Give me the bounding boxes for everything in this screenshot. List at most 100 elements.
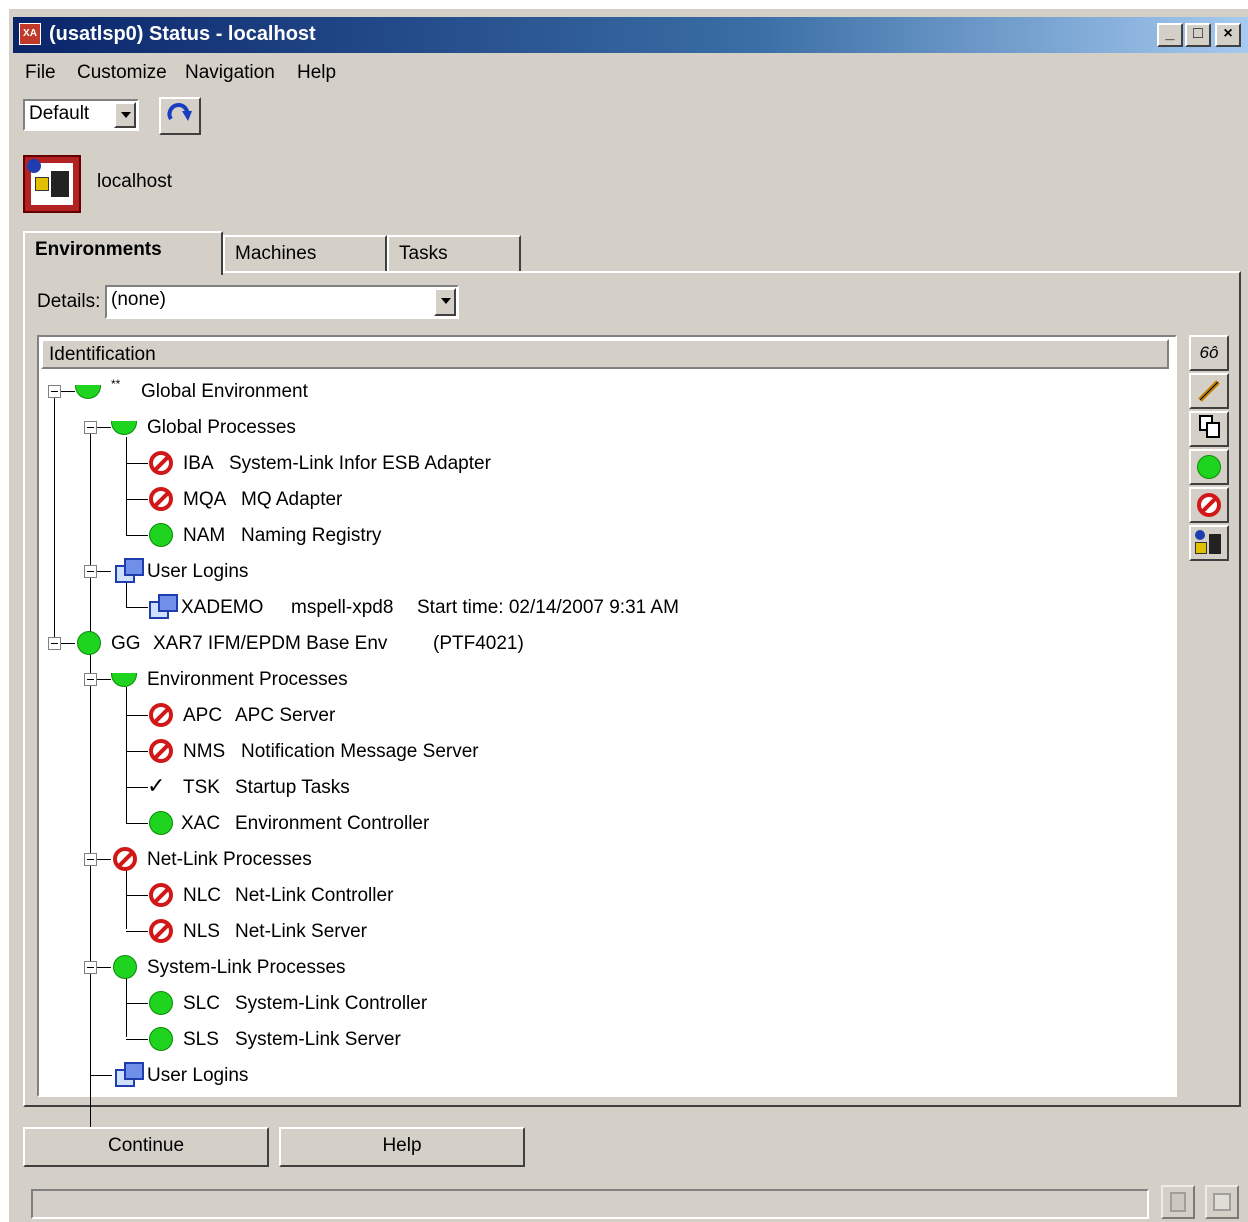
user-icon [149,593,178,619]
stopped-icon [149,739,173,763]
syslink-label: System-Link Processes [147,957,346,978]
view-button[interactable]: 6ô [1189,335,1229,371]
process-code: NLC [183,885,222,906]
tree-node-nam[interactable]: NAM Naming Registry [39,519,1159,553]
check-icon: ✓ [147,773,166,798]
user-logins-label: User Logins [147,1065,249,1086]
profile-select-value: Default [29,103,90,124]
chevron-down-icon[interactable] [434,288,456,316]
menu-bar: File Customize Navigation Help [9,59,1248,89]
collapse-icon[interactable] [84,565,97,578]
clear-button[interactable] [1205,1185,1239,1219]
collapse-icon[interactable] [84,421,97,434]
tree-node-nls[interactable]: NLS Net-Link Server [39,915,1159,949]
stopped-icon [149,883,173,907]
chevron-down-icon[interactable] [114,102,136,128]
menu-file[interactable]: File [25,62,56,84]
process-name: Notification Message Server [241,741,479,762]
stop-icon [1197,493,1221,517]
running-icon [149,811,173,835]
partial-status-icon [111,673,137,687]
running-icon [113,955,137,979]
maximize-button[interactable]: □ [1185,23,1211,47]
tree-node-global-environment[interactable]: ** Global Environment [39,375,1159,409]
tab-machines[interactable]: Machines [223,235,387,273]
collapse-icon[interactable] [84,853,97,866]
global-env-marker: ** [111,377,121,391]
process-name: System-Link Controller [235,993,428,1014]
user-start-time: Start time: 02/14/2007 9:31 AM [417,597,679,618]
process-name: MQ Adapter [241,489,343,510]
tree-node-mqa[interactable]: MQA MQ Adapter [39,483,1159,517]
collapse-icon[interactable] [84,961,97,974]
tree-node-nlc[interactable]: NLC Net-Link Controller [39,879,1159,913]
collapse-icon[interactable] [48,385,61,398]
tree-node-netlink-processes[interactable]: Net-Link Processes [39,843,1159,877]
process-code: XAC [181,813,221,834]
stop-button[interactable] [1189,487,1229,523]
start-icon [1197,455,1221,479]
refresh-button[interactable] [159,97,201,135]
tree-node-user-logins[interactable]: User Logins [39,555,1159,589]
tab-tasks[interactable]: Tasks [387,235,521,273]
continue-button[interactable]: Continue [23,1127,269,1167]
process-name: APC Server [235,705,336,726]
tree-node-environment-processes[interactable]: Environment Processes [39,663,1159,697]
tree-node-xademo[interactable]: XADEMO mspell-xpd8 Start time: 02/14/200… [39,591,1159,625]
status-window: XA (usatlsp0) Status - localhost _ □ × F… [8,8,1248,1222]
copy-button[interactable] [1189,411,1229,447]
tree-node-nms[interactable]: NMS Notification Message Server [39,735,1159,769]
user-machine: mspell-xpd8 [291,597,394,618]
tree-node-systemlink-processes[interactable]: System-Link Processes [39,951,1159,985]
tree-node-gg[interactable]: GG XAR7 IFM/EPDM Base Env (PTF4021) [39,627,1159,661]
title-bar[interactable]: XA (usatlsp0) Status - localhost _ □ × [13,17,1248,53]
collapse-icon[interactable] [84,673,97,686]
connect-button[interactable] [1189,525,1229,561]
netlink-label: Net-Link Processes [147,849,312,870]
start-button[interactable] [1189,449,1229,485]
tree-node-user-logins-2[interactable]: User Logins [39,1059,1159,1093]
env-ptf: (PTF4021) [433,633,524,654]
menu-help[interactable]: Help [297,62,336,84]
env-processes-label: Environment Processes [147,669,348,690]
window-title: (usatlsp0) Status - localhost [49,23,316,45]
tab-environments[interactable]: Environments [23,231,223,275]
menu-navigation[interactable]: Navigation [185,62,275,84]
user-logins-label: User Logins [147,561,249,582]
help-button[interactable]: Help [279,1127,525,1167]
collapse-icon[interactable] [48,637,61,650]
tree-node-xac[interactable]: XAC Environment Controller [39,807,1159,841]
network-icon [1195,530,1223,556]
tree-node-apc[interactable]: APC APC Server [39,699,1159,733]
tree-node-tsk[interactable]: ✓ TSK Startup Tasks [39,771,1159,805]
clipboard-icon [1170,1192,1186,1212]
stopped-icon [113,847,137,871]
tree-node-sls[interactable]: SLS System-Link Server [39,1023,1159,1057]
global-processes-label: Global Processes [147,417,296,438]
process-name: Environment Controller [235,813,430,834]
menu-customize[interactable]: Customize [77,62,167,84]
process-name: System-Link Server [235,1029,401,1050]
minimize-button[interactable]: _ [1157,23,1183,47]
host-name: localhost [97,171,172,192]
tree-node-slc[interactable]: SLC System-Link Controller [39,987,1159,1021]
edit-button[interactable] [1189,373,1229,409]
eraser-icon [1213,1193,1231,1211]
profile-select[interactable]: Default [23,99,139,131]
users-icon [115,557,144,583]
env-code: GG [111,633,141,654]
details-select[interactable]: (none) [105,285,459,319]
tree-node-global-processes[interactable]: Global Processes [39,411,1159,445]
process-name: System-Link Infor ESB Adapter [229,453,491,474]
stopped-icon [149,703,173,727]
close-button[interactable]: × [1215,23,1241,47]
process-name: Net-Link Server [235,921,367,942]
process-code: TSK [183,777,220,798]
running-icon [77,631,101,655]
glasses-icon: 6ô [1199,343,1219,362]
environment-tree[interactable]: Identification ** Global Environment Glo… [37,335,1177,1127]
partial-status-icon [111,421,137,435]
tree-node-iba[interactable]: IBA System-Link Infor ESB Adapter [39,447,1159,481]
status-bar [31,1189,1149,1219]
clipboard-button[interactable] [1161,1185,1195,1219]
